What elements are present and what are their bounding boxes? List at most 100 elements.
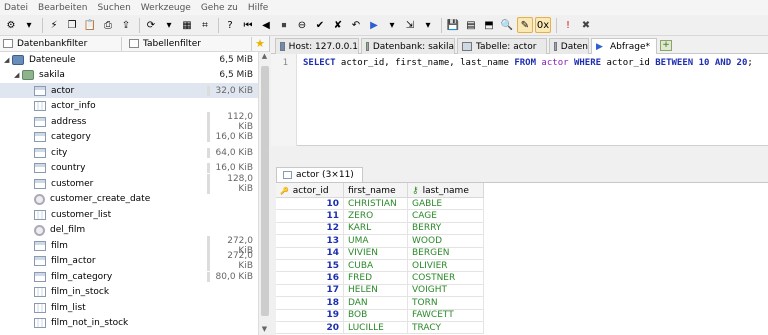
- table-cell-last-name[interactable]: COSTNER: [408, 272, 484, 285]
- table-row[interactable]: 11 ZERO CAGE: [276, 210, 484, 223]
- paste-icon[interactable]: 📋: [82, 17, 98, 33]
- table-cell-actor-id[interactable]: 14: [276, 247, 344, 260]
- session-manager-icon[interactable]: ⚙: [3, 17, 19, 33]
- tree-item-dateneule[interactable]: ◢ Dateneule 6,5 MiB: [0, 52, 258, 67]
- tree-item-film-not-in-stock[interactable]: film_not_in_stock: [0, 316, 258, 331]
- tab-abfrage[interactable]: ▶ Abfrage*: [591, 38, 657, 55]
- table-cell-first-name[interactable]: CUBA: [344, 260, 408, 273]
- scroll-thumb[interactable]: [261, 66, 269, 316]
- table-cell-first-name[interactable]: FRED: [344, 272, 408, 285]
- table-row[interactable]: 13 UMA WOOD: [276, 235, 484, 248]
- tree-item-film-in-stock[interactable]: film_in_stock: [0, 285, 258, 300]
- table-row[interactable]: 20 LUCILLE TRACY: [276, 322, 484, 335]
- table-cell-first-name[interactable]: KARL: [344, 222, 408, 236]
- first-record-icon[interactable]: ⏮: [240, 17, 256, 33]
- explain-icon[interactable]: !: [560, 17, 576, 33]
- table-cell-actor-id[interactable]: 18: [276, 297, 344, 310]
- table-row[interactable]: 14 VIVIEN BERGEN: [276, 247, 484, 260]
- post-icon[interactable]: ✔: [312, 17, 328, 33]
- table-cell-actor-id[interactable]: 20: [276, 322, 344, 335]
- copy-icon[interactable]: ❐: [64, 17, 80, 33]
- column-header-last-name[interactable]: ⚷ last_name: [408, 183, 484, 198]
- table-cell-last-name[interactable]: TRACY: [408, 322, 484, 335]
- tree-item-film-list[interactable]: film_list: [0, 300, 258, 315]
- prev-record-icon[interactable]: ◀: [258, 17, 274, 33]
- scroll-down-icon[interactable]: ▼: [259, 325, 270, 335]
- add-tab-icon[interactable]: +: [660, 40, 672, 51]
- scroll-up-icon[interactable]: ▲: [259, 52, 270, 62]
- close-icon[interactable]: ✖: [578, 17, 594, 33]
- tree-item-customer[interactable]: customer 128,0 KiB: [0, 173, 258, 194]
- menu-item-werkzeuge[interactable]: Werkzeuge: [141, 3, 191, 13]
- find-icon[interactable]: 🔍: [499, 17, 515, 33]
- run-line-icon[interactable]: ⇲: [402, 17, 418, 33]
- delete-icon[interactable]: ⊖: [294, 17, 310, 33]
- sql-query[interactable]: SELECT actor_id, first_name, last_name F…: [303, 58, 753, 68]
- table-cell-actor-id[interactable]: 12: [276, 222, 344, 236]
- help-icon[interactable]: ?: [222, 17, 238, 33]
- result-tab-actor[interactable]: actor (3×11): [276, 167, 363, 182]
- table-cell-first-name[interactable]: CHRISTIAN: [344, 198, 408, 211]
- export-icon[interactable]: ⇪: [118, 17, 134, 33]
- tab-host[interactable]: Host: 127.0.0.1: [275, 38, 359, 54]
- result-grid[interactable]: 🔑 actor_id first_name ⚷ last_name 10 CHRISTIAN…: [276, 182, 768, 335]
- table-row[interactable]: 16 FRED COSTNER: [276, 272, 484, 285]
- menu-item-gehe-zu[interactable]: Gehe zu: [201, 3, 238, 13]
- table-cell-first-name[interactable]: DAN: [344, 297, 408, 310]
- tree-item-address[interactable]: address 112,0 KiB: [0, 111, 258, 132]
- run-icon[interactable]: ▶: [366, 17, 382, 33]
- table-cell-last-name[interactable]: CAGE: [408, 210, 484, 223]
- column-header-first-name[interactable]: first_name: [344, 183, 408, 198]
- run-line-arrow-icon[interactable]: ▾: [420, 17, 436, 33]
- table-cell-actor-id[interactable]: 17: [276, 284, 344, 298]
- table-cell-actor-id[interactable]: 13: [276, 235, 344, 248]
- table-cell-first-name[interactable]: VIVIEN: [344, 247, 408, 260]
- connect-icon[interactable]: ⚡: [46, 17, 62, 33]
- table-cell-actor-id[interactable]: 11: [276, 210, 344, 223]
- tab-daten[interactable]: Daten: [549, 38, 589, 54]
- edit-icon[interactable]: ✎: [517, 17, 533, 33]
- stop-icon[interactable]: ⏹: [276, 17, 292, 33]
- tree-item-film-actor[interactable]: film_actor 272,0 KiB: [0, 251, 258, 271]
- binary-icon[interactable]: 0x: [535, 17, 551, 33]
- table-cell-actor-id[interactable]: 15: [276, 260, 344, 273]
- tree-item-film-category[interactable]: film_category 80,0 KiB: [0, 269, 258, 284]
- table-row[interactable]: 17 HELEN VOIGHT: [276, 284, 484, 298]
- session-arrow-icon[interactable]: ▾: [21, 17, 37, 33]
- filter-icon[interactable]: ⌗: [197, 17, 213, 33]
- tree-item-actor[interactable]: actor 32,0 KiB: [0, 83, 258, 98]
- table-cell-first-name[interactable]: ZERO: [344, 210, 408, 223]
- tree-item-customer-create-date[interactable]: customer_create_date: [0, 192, 258, 207]
- undo-icon[interactable]: ↶: [348, 17, 364, 33]
- table-row[interactable]: 12 KARL BERRY: [276, 222, 484, 236]
- refresh-icon[interactable]: ⟳: [143, 17, 159, 33]
- table-row[interactable]: 15 CUBA OLIVIER: [276, 260, 484, 273]
- table-row[interactable]: 19 BOB FAWCETT: [276, 309, 484, 322]
- table-cell-actor-id[interactable]: 10: [276, 198, 344, 211]
- table-row[interactable]: 18 DAN TORN: [276, 297, 484, 310]
- print-icon[interactable]: ⎙: [100, 17, 116, 33]
- table-filter[interactable]: Tabellenfilter: [126, 36, 252, 51]
- menu-item-bearbeiten[interactable]: Bearbeiten: [38, 3, 87, 13]
- table-cell-last-name[interactable]: WOOD: [408, 235, 484, 248]
- tree-item-category[interactable]: category 16,0 KiB: [0, 130, 258, 145]
- cancel-icon[interactable]: ✘: [330, 17, 346, 33]
- table-cell-last-name[interactable]: BERRY: [408, 222, 484, 236]
- tab-tabelle[interactable]: Tabelle: actor: [457, 38, 547, 54]
- save-icon[interactable]: 💾: [445, 17, 461, 33]
- expand-arrow-icon[interactable]: ◢: [4, 56, 12, 64]
- tab-datenbank[interactable]: Datenbank: sakila: [361, 38, 455, 54]
- load-icon[interactable]: ⬒: [481, 17, 497, 33]
- tree-item-customer-list[interactable]: customer_list: [0, 207, 258, 222]
- menu-item-hilfe[interactable]: Hilfe: [248, 3, 268, 13]
- column-header-actor-id[interactable]: 🔑 actor_id: [276, 183, 344, 198]
- table-cell-first-name[interactable]: BOB: [344, 309, 408, 322]
- table-cell-last-name[interactable]: OLIVIER: [408, 260, 484, 273]
- menu-item-suchen[interactable]: Suchen: [97, 3, 130, 13]
- menu-item-datei[interactable]: Datei: [4, 3, 28, 13]
- expand-arrow-icon[interactable]: ◢: [14, 71, 22, 79]
- table-row[interactable]: 10 CHRISTIAN GABLE: [276, 198, 484, 211]
- table-cell-first-name[interactable]: UMA: [344, 235, 408, 248]
- tree-scrollbar[interactable]: ▲ ▼: [258, 52, 270, 335]
- favorites-star-icon[interactable]: ★: [252, 37, 268, 50]
